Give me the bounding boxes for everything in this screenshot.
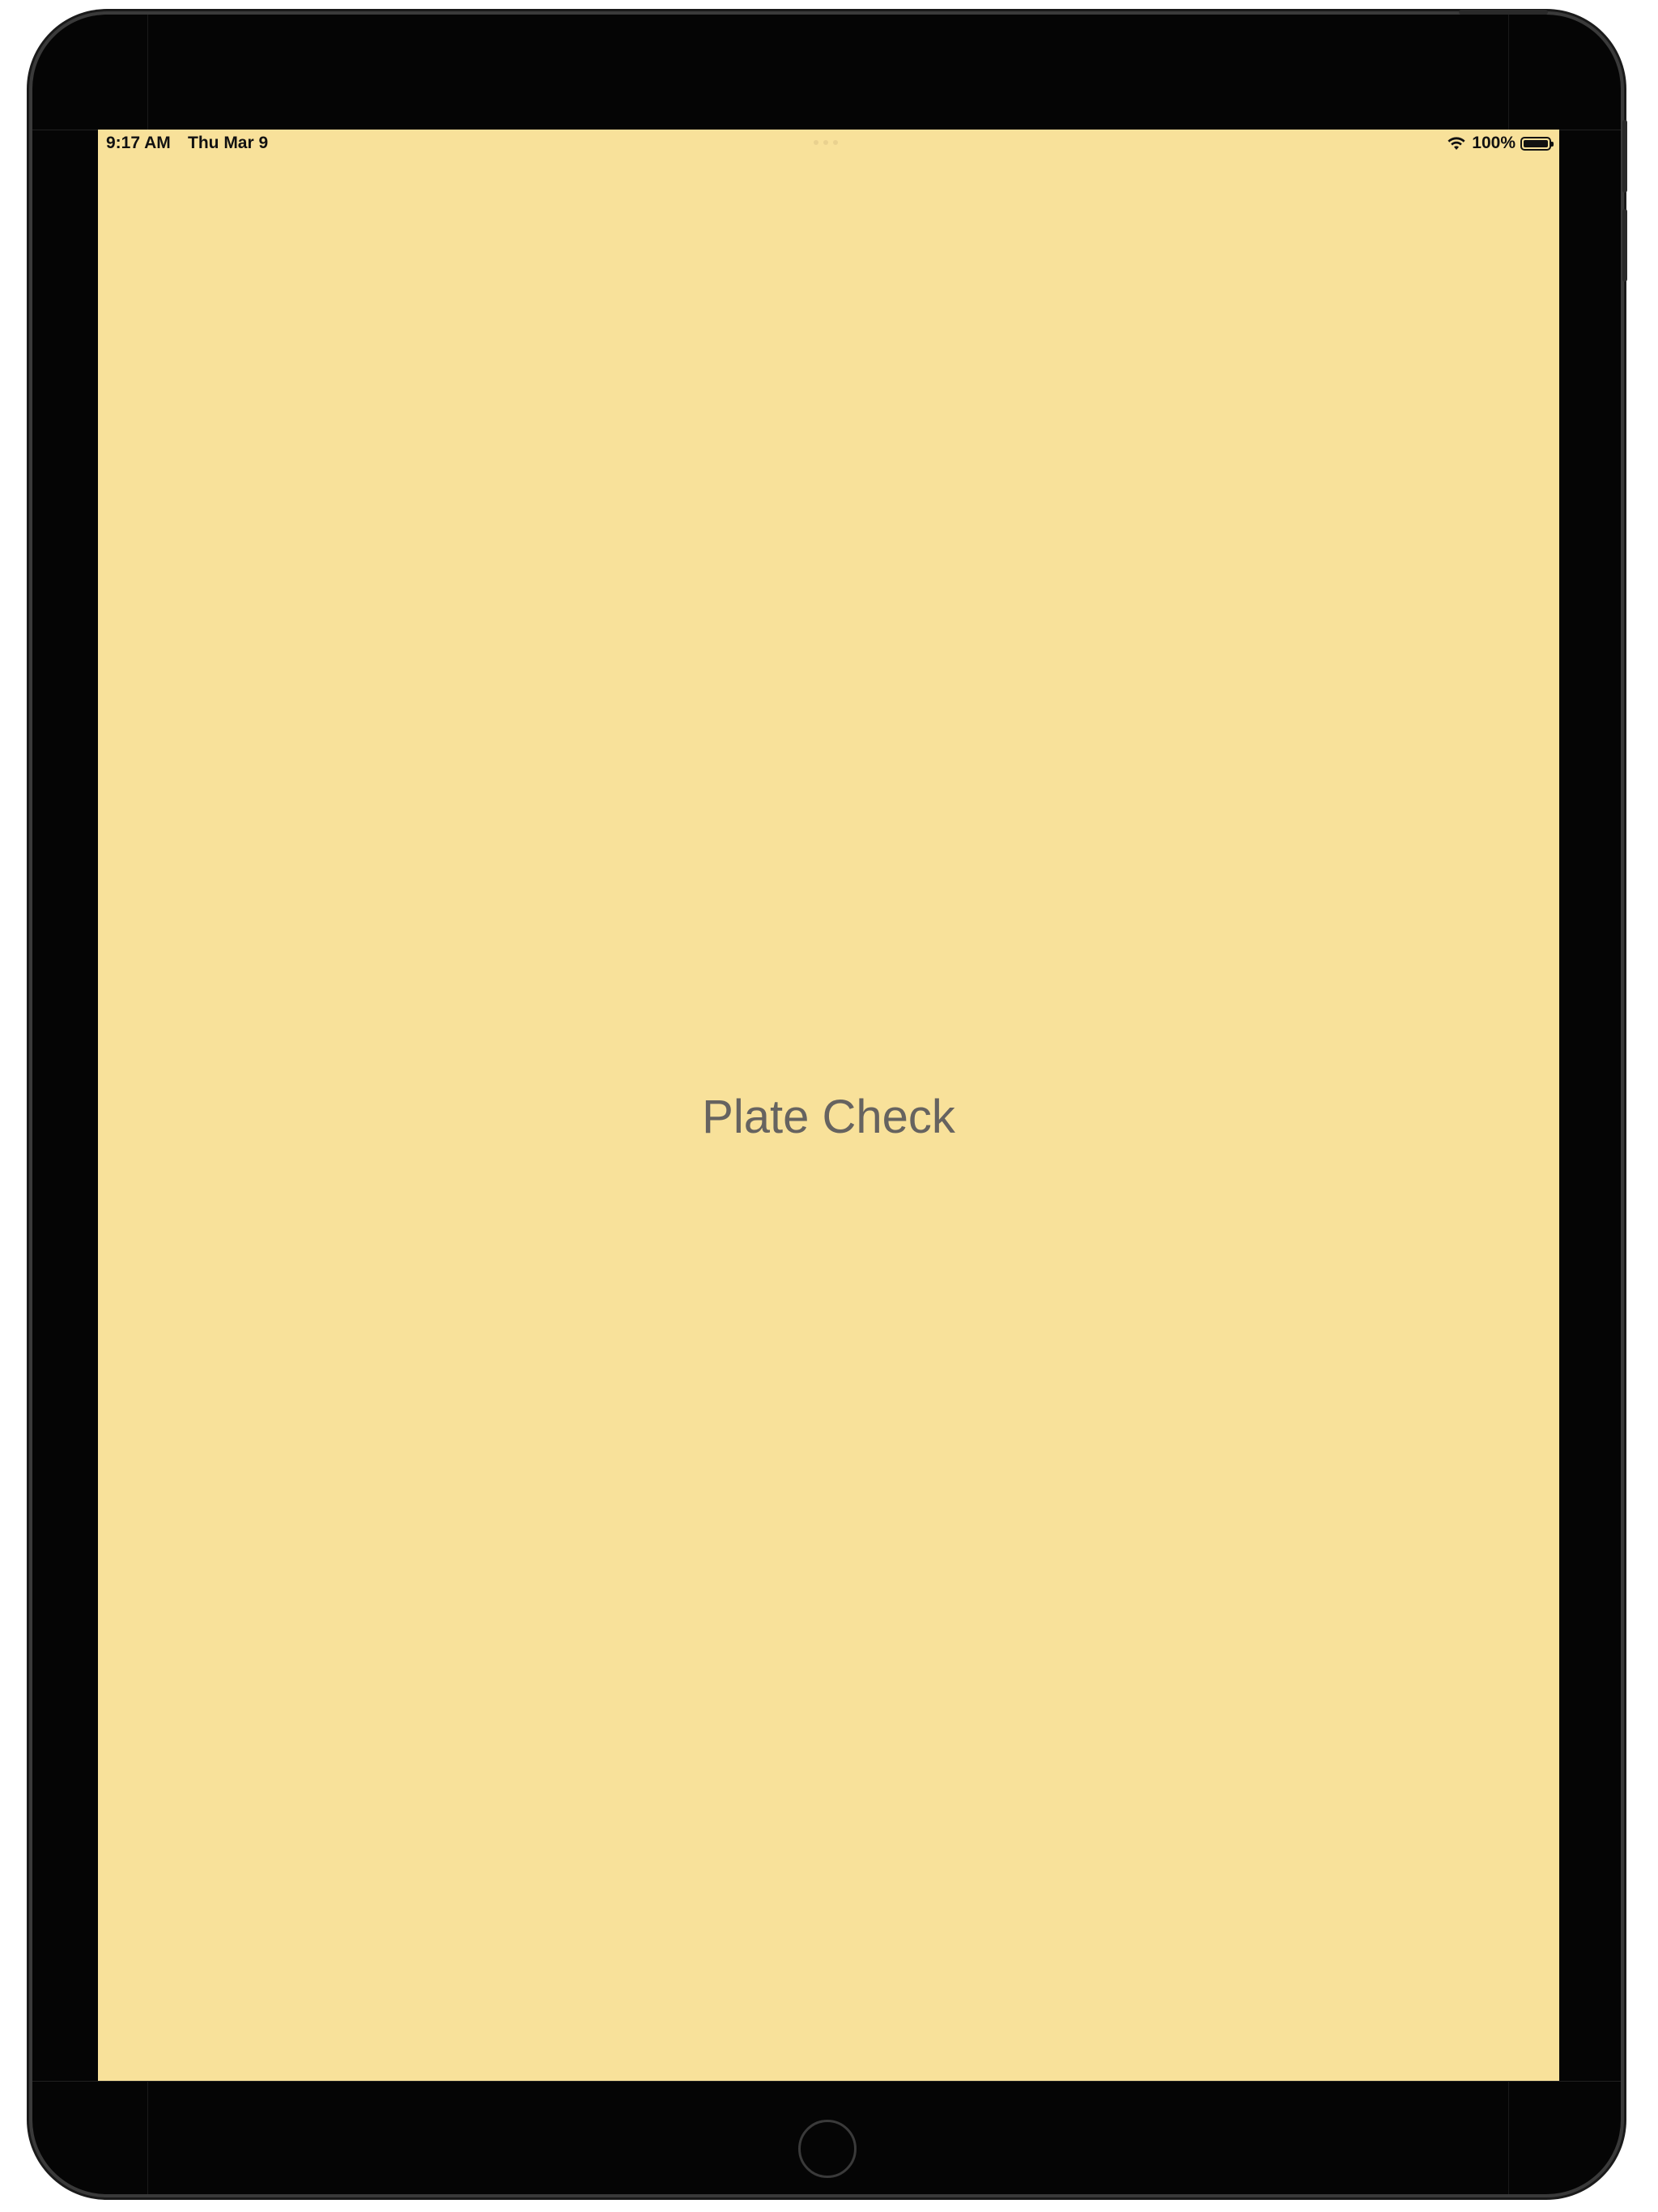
status-date: Thu Mar 9 bbox=[188, 134, 269, 152]
battery-level-fill bbox=[1524, 139, 1548, 147]
app-title: Plate Check bbox=[702, 1091, 955, 1143]
volume-up-button[interactable] bbox=[1622, 120, 1627, 193]
multitask-dot bbox=[823, 140, 828, 145]
volume-down-button[interactable] bbox=[1622, 209, 1627, 282]
status-right-cluster: 100% bbox=[1446, 133, 1554, 154]
app-screen: 9:17 AM Thu Mar 9 100% Plate Check bbox=[98, 130, 1559, 2081]
multitasking-indicator[interactable] bbox=[814, 140, 838, 145]
multitask-dot bbox=[814, 140, 818, 145]
status-bar: 9:17 AM Thu Mar 9 100% bbox=[98, 130, 1559, 159]
battery-percentage: 100% bbox=[1472, 134, 1516, 152]
top-power-button[interactable] bbox=[1459, 10, 1548, 15]
home-button[interactable] bbox=[798, 2120, 857, 2178]
battery-icon bbox=[1520, 136, 1554, 151]
bezel-divider-bottom bbox=[32, 2081, 1621, 2082]
multitask-dot bbox=[833, 140, 838, 145]
wifi-icon bbox=[1448, 137, 1465, 150]
status-time: 9:17 AM bbox=[106, 134, 171, 152]
battery-cap bbox=[1551, 141, 1554, 147]
